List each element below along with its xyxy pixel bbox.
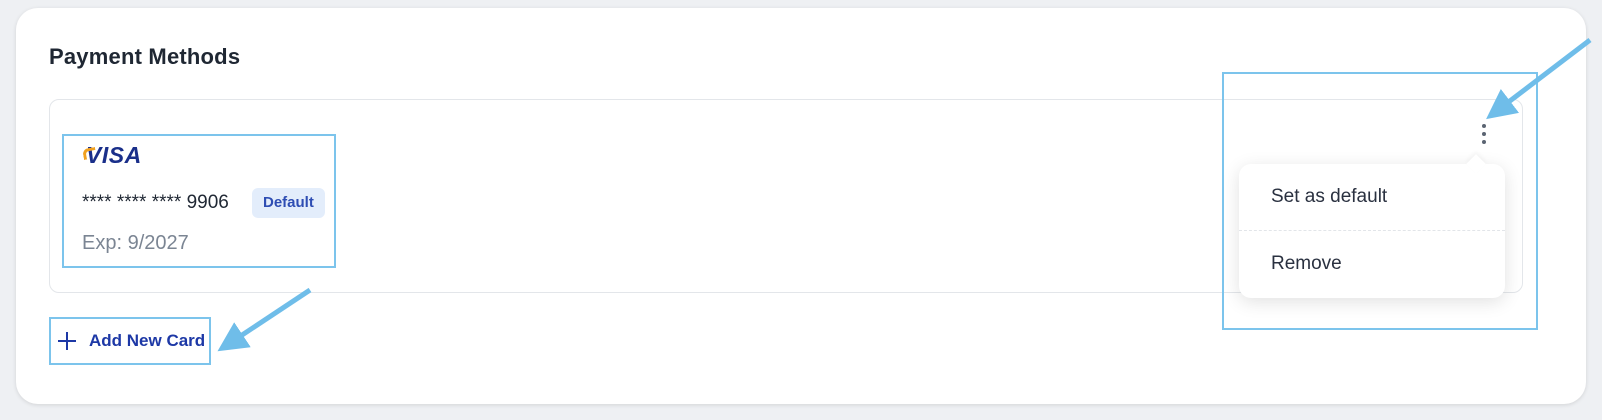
add-new-card-button[interactable]: Add New Card (49, 317, 211, 365)
page: Payment Methods VISA **** **** **** 9906… (0, 0, 1602, 420)
card-actions-dropdown: Set as default Remove (1239, 164, 1505, 298)
kebab-dot (1482, 132, 1486, 136)
default-badge: Default (252, 188, 325, 218)
kebab-dot (1482, 140, 1486, 144)
add-new-card-label: Add New Card (89, 331, 206, 350)
kebab-dot (1482, 124, 1486, 128)
menu-item-remove[interactable]: Remove (1239, 231, 1505, 297)
card-expiry: Exp: 9/2027 (82, 232, 189, 254)
menu-item-set-default[interactable]: Set as default (1239, 164, 1505, 230)
card-number: **** **** **** 9906 (82, 192, 229, 213)
kebab-menu-icon[interactable] (1473, 118, 1495, 150)
section-title: Payment Methods (49, 44, 241, 69)
visa-swoosh-icon (82, 146, 97, 161)
visa-logo: VISA (82, 142, 142, 169)
plus-icon (57, 331, 77, 351)
saved-card[interactable]: VISA **** **** **** 9906 Default Exp: 9/… (62, 134, 336, 268)
